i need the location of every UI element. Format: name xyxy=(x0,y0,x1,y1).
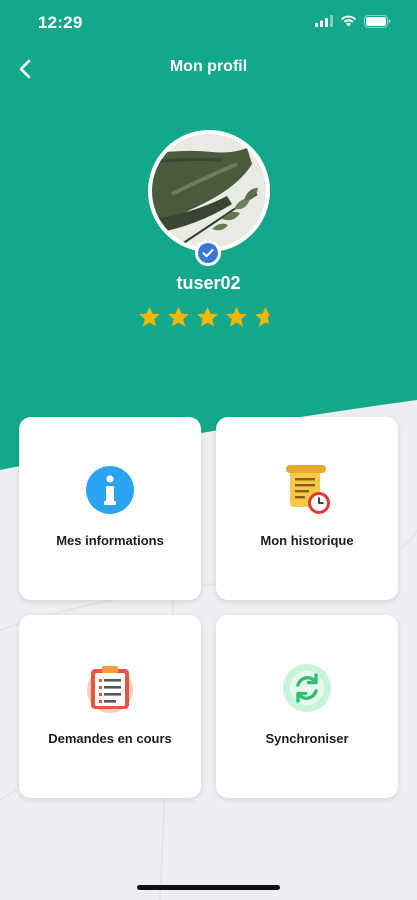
star-full-icon xyxy=(168,306,189,327)
card-mon-historique[interactable]: Mon historique xyxy=(216,417,398,600)
star-full-icon xyxy=(226,306,247,327)
star-full-icon xyxy=(197,306,218,327)
avatar-image xyxy=(152,134,266,248)
shoe-photo xyxy=(152,134,266,248)
wifi-icon xyxy=(341,15,356,27)
card-synchroniser[interactable]: Synchroniser xyxy=(216,615,398,798)
status-time: 12:29 xyxy=(38,13,83,32)
clipboard-list-icon xyxy=(87,666,133,713)
star-half-icon xyxy=(255,306,270,327)
card-demandes-en-cours[interactable]: Demandes en cours xyxy=(19,615,201,798)
avatar-frame xyxy=(148,130,270,252)
info-icon xyxy=(86,466,134,514)
verified-badge xyxy=(195,240,221,266)
status-icons xyxy=(315,13,391,29)
history-scroll-icon xyxy=(286,465,330,514)
battery-icon xyxy=(364,14,391,28)
star-rating xyxy=(137,305,281,331)
username: tuser02 xyxy=(176,273,241,293)
card-label: Synchroniser xyxy=(265,731,349,746)
nav-bar: Mon profil xyxy=(0,48,417,88)
avatar[interactable] xyxy=(148,130,270,266)
sync-icon xyxy=(283,664,331,712)
page-title: Mon profil xyxy=(169,58,248,75)
status-bar: 12:29 xyxy=(0,0,417,46)
card-mes-informations[interactable]: Mes informations xyxy=(19,417,201,600)
card-label: Mes informations xyxy=(56,533,164,548)
card-label: Demandes en cours xyxy=(48,731,172,746)
card-label: Mon historique xyxy=(260,533,354,548)
home-indicator[interactable] xyxy=(137,885,280,890)
star-full-icon xyxy=(139,306,160,327)
verified-check-icon xyxy=(198,243,218,263)
signal-icon xyxy=(315,15,333,27)
